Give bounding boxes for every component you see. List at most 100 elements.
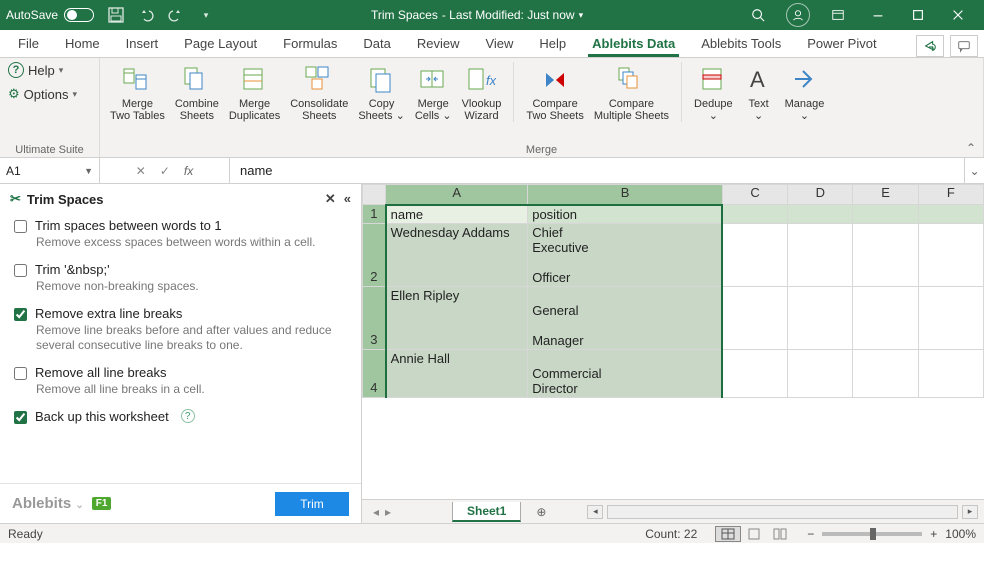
column-header[interactable]: C	[722, 185, 787, 205]
save-icon[interactable]	[106, 5, 126, 25]
compare-multiple-sheets-button[interactable]: Compare Multiple Sheets	[592, 62, 671, 122]
maximize-icon[interactable]	[898, 0, 938, 30]
normal-view-icon[interactable]	[715, 526, 741, 542]
cell[interactable]: General Manager	[528, 286, 723, 349]
option-checkbox[interactable]	[14, 308, 27, 321]
tab-ablebits-data[interactable]: Ablebits Data	[588, 36, 679, 57]
minimize-icon[interactable]	[858, 0, 898, 30]
options-button[interactable]: ⚙Options▾	[8, 86, 91, 102]
tab-ablebits-tools[interactable]: Ablebits Tools	[697, 36, 785, 57]
cell[interactable]	[918, 223, 983, 286]
cell[interactable]: Wednesday Addams	[386, 223, 528, 286]
row-header[interactable]: 3	[363, 286, 386, 349]
tab-help[interactable]: Help	[535, 36, 570, 57]
row-header[interactable]: 2	[363, 223, 386, 286]
ablebits-brand[interactable]: Ablebits ⌄	[12, 495, 84, 512]
tab-insert[interactable]: Insert	[122, 36, 163, 57]
sheet-nav[interactable]: ◂▸	[362, 505, 402, 519]
cell[interactable]	[788, 223, 853, 286]
chevron-down-icon[interactable]: ▼	[84, 166, 93, 176]
enter-formula-icon[interactable]: ✓	[160, 164, 170, 178]
compare-two-sheets-button[interactable]: Compare Two Sheets	[524, 62, 585, 122]
column-header[interactable]: E	[853, 185, 918, 205]
cell[interactable]	[788, 286, 853, 349]
comments-button[interactable]	[950, 35, 978, 57]
option-checkbox[interactable]	[14, 220, 27, 233]
cell[interactable]	[853, 349, 918, 397]
cell[interactable]: Annie Hall	[386, 349, 528, 397]
cancel-formula-icon[interactable]: ✕	[136, 164, 146, 178]
cell[interactable]	[788, 349, 853, 397]
tab-formulas[interactable]: Formulas	[279, 36, 341, 57]
share-button[interactable]	[916, 35, 944, 57]
column-header[interactable]: D	[788, 185, 853, 205]
cell[interactable]	[722, 349, 787, 397]
row-header[interactable]: 4	[363, 349, 386, 397]
manage-button[interactable]: Manage ⌄	[783, 62, 827, 122]
ribbon-display-icon[interactable]	[818, 0, 858, 30]
merge-two-tables-button[interactable]: Merge Two Tables	[108, 62, 167, 122]
tab-data[interactable]: Data	[359, 36, 394, 57]
consolidate-sheets-button[interactable]: Consolidate Sheets	[288, 62, 350, 122]
trim-button[interactable]: Trim	[275, 492, 349, 516]
tab-file[interactable]: File	[14, 36, 43, 57]
cell[interactable]	[722, 286, 787, 349]
help-icon[interactable]: ?	[181, 409, 195, 423]
vlookup-wizard-button[interactable]: fxVlookup Wizard	[460, 62, 504, 122]
cell[interactable]	[853, 286, 918, 349]
option-checkbox[interactable]	[14, 411, 27, 424]
cell[interactable]: Commercial Director	[528, 349, 723, 397]
collapse-ribbon-icon[interactable]: ⌃	[966, 141, 976, 155]
doc-modified[interactable]: - Last Modified: Just now	[442, 8, 575, 22]
cell[interactable]	[853, 205, 918, 224]
insert-function-icon[interactable]: fx	[184, 164, 193, 178]
close-icon[interactable]	[938, 0, 978, 30]
cell[interactable]: Chief Executive Officer	[528, 223, 723, 286]
search-icon[interactable]	[738, 0, 778, 30]
f1-badge[interactable]: F1	[92, 497, 112, 510]
scroll-right-icon[interactable]: ▸	[962, 505, 978, 519]
merge-duplicates-button[interactable]: Merge Duplicates	[227, 62, 282, 122]
formula-input[interactable]: name	[230, 158, 964, 183]
merge-cells-button[interactable]: Merge Cells ⌄	[413, 62, 454, 122]
toggle-switch-icon[interactable]	[64, 8, 94, 22]
cell[interactable]	[722, 223, 787, 286]
option-checkbox-row[interactable]: Trim spaces between words to 1	[14, 218, 347, 233]
grid[interactable]: ABCDEF 1nameposition 2Wednesday AddamsChi…	[362, 184, 984, 499]
column-header[interactable]: A	[386, 185, 528, 205]
autosave-toggle[interactable]: AutoSave	[6, 8, 94, 22]
zoom-out-icon[interactable]: −	[807, 527, 814, 541]
dedupe-button[interactable]: Dedupe ⌄	[692, 62, 735, 122]
chevron-down-icon[interactable]: ▾	[579, 10, 584, 21]
add-sheet-button[interactable]: ⊕	[531, 502, 551, 522]
tab-view[interactable]: View	[481, 36, 517, 57]
tab-page-layout[interactable]: Page Layout	[180, 36, 261, 57]
cell[interactable]	[918, 205, 983, 224]
option-checkbox-row[interactable]: Back up this worksheet?	[14, 409, 347, 424]
column-header[interactable]: B	[528, 185, 723, 205]
cell[interactable]: name	[386, 205, 528, 224]
qat-dropdown-icon[interactable]: ▾	[196, 5, 216, 25]
cell[interactable]: position	[528, 205, 723, 224]
zoom-slider[interactable]	[822, 532, 922, 536]
select-all-corner[interactable]	[363, 185, 386, 205]
tab-power-pivot[interactable]: Power Pivot	[803, 36, 880, 57]
undo-icon[interactable]	[136, 5, 156, 25]
option-checkbox-row[interactable]: Remove extra line breaks	[14, 306, 347, 321]
cell[interactable]	[722, 205, 787, 224]
combine-sheets-button[interactable]: Combine Sheets	[173, 62, 221, 122]
page-break-view-icon[interactable]	[767, 526, 793, 542]
cell[interactable]	[853, 223, 918, 286]
help-button[interactable]: ?Help▾	[8, 62, 91, 78]
expand-formula-bar-icon[interactable]: ⌄	[964, 158, 984, 183]
row-header[interactable]: 1	[363, 205, 386, 224]
column-header[interactable]: F	[918, 185, 983, 205]
cell[interactable]	[918, 349, 983, 397]
option-checkbox[interactable]	[14, 264, 27, 277]
tab-review[interactable]: Review	[413, 36, 464, 57]
panel-close-icon[interactable]: ✕	[325, 191, 336, 207]
option-checkbox-row[interactable]: Remove all line breaks	[14, 365, 347, 380]
zoom-in-icon[interactable]: +	[930, 527, 937, 541]
zoom-control[interactable]: − + 100%	[807, 527, 976, 541]
tab-home[interactable]: Home	[61, 36, 104, 57]
